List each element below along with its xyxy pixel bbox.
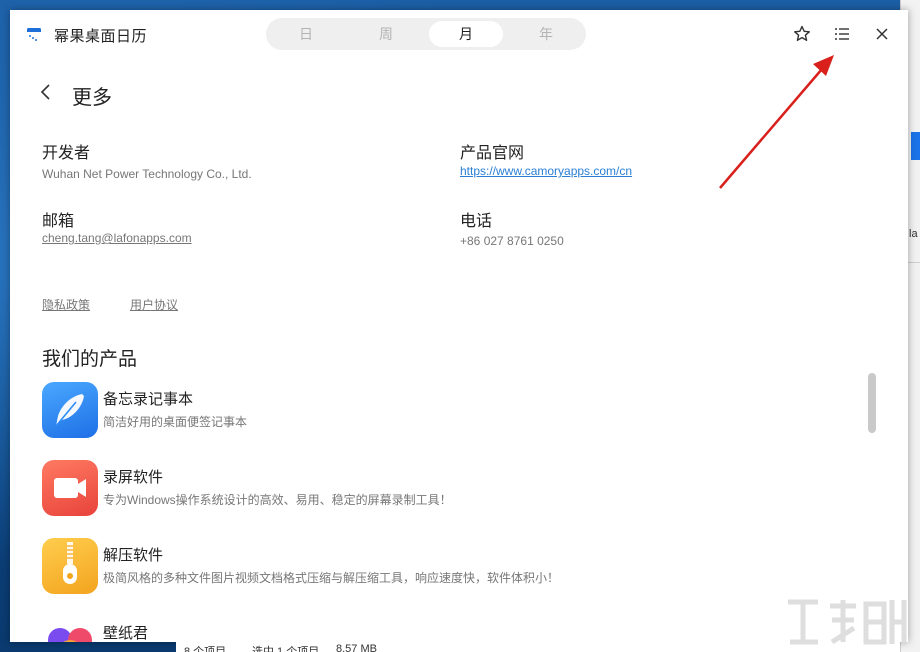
tab-month[interactable]: 月 [429,21,503,47]
tab-year[interactable]: 年 [509,21,583,47]
page-title: 更多 [72,87,112,109]
product-desc: 专为Windows操作系统设计的高效、易用、稳定的屏幕录制工具！ [103,493,452,507]
heart-petals-icon [42,616,98,642]
privacy-policy-link[interactable]: 隐私政策 [42,296,90,313]
product-desc: 极简风格的多种文件图片视频文档格式压缩与解压缩工具，响应速度快，软件体积小！ [103,571,560,585]
products-title: 我们的产品 [42,349,138,370]
developer-value: Wuhan Net Power Technology Co., Ltd. [42,167,252,181]
scrollbar-thumb[interactable] [868,373,876,433]
website-label: 产品官网 [460,145,525,162]
phone-value: +86 027 8761 0250 [460,234,564,248]
view-tabs: 日 周 月 年 [266,18,586,50]
item-count: 8 个项目 [184,646,227,652]
product-name: 解压软件 [103,547,164,564]
star-icon[interactable] [792,24,812,44]
developer-label: 开发者 [42,145,91,162]
app-title: 幂果桌面日历 [54,28,148,45]
email-label: 邮箱 [42,213,75,230]
tab-week[interactable]: 周 [349,21,423,47]
zipper-icon [42,538,98,594]
title-bar: 幂果桌面日历 日 周 月 年 [10,10,908,58]
back-arrow-icon[interactable] [38,82,54,102]
product-item-memo[interactable]: 备忘录记事本 简洁好用的桌面便签记事本 [42,382,642,440]
website-link[interactable]: https://www.camoryapps.com/cn [460,164,632,178]
selected-count: 选中 1 个项目 [252,646,320,652]
product-item-recorder[interactable]: 录屏软件 专为Windows操作系统设计的高效、易用、稳定的屏幕录制工具！ [42,460,642,518]
background-window-button [911,132,920,160]
product-item-wallpaper[interactable]: 壁纸君 [42,616,642,642]
product-item-unzip[interactable]: 解压软件 极简风格的多种文件图片视频文档格式压缩与解压缩工具，响应速度快，软件体… [42,538,642,596]
video-camera-icon [42,460,98,516]
phone-label: 电话 [460,213,493,230]
tab-day[interactable]: 日 [269,21,343,47]
close-icon[interactable] [872,24,892,44]
calendar-logo-icon [27,28,41,41]
email-link[interactable]: cheng.tang@lafonapps.com [42,231,192,245]
background-window-text: la [909,228,918,240]
product-name: 录屏软件 [103,469,164,486]
list-menu-icon[interactable] [832,24,852,44]
product-name: 备忘录记事本 [103,391,194,408]
selected-size: 8.57 MB [336,643,377,652]
user-agreement-link[interactable]: 用户协议 [130,296,178,313]
feather-icon [42,382,98,438]
watermark-logo [788,599,907,645]
app-window: 幂果桌面日历 日 周 月 年 更多 开发者 Wuhan Net Power Te… [10,10,908,642]
product-desc: 简洁好用的桌面便签记事本 [103,415,248,429]
product-name: 壁纸君 [103,625,149,642]
